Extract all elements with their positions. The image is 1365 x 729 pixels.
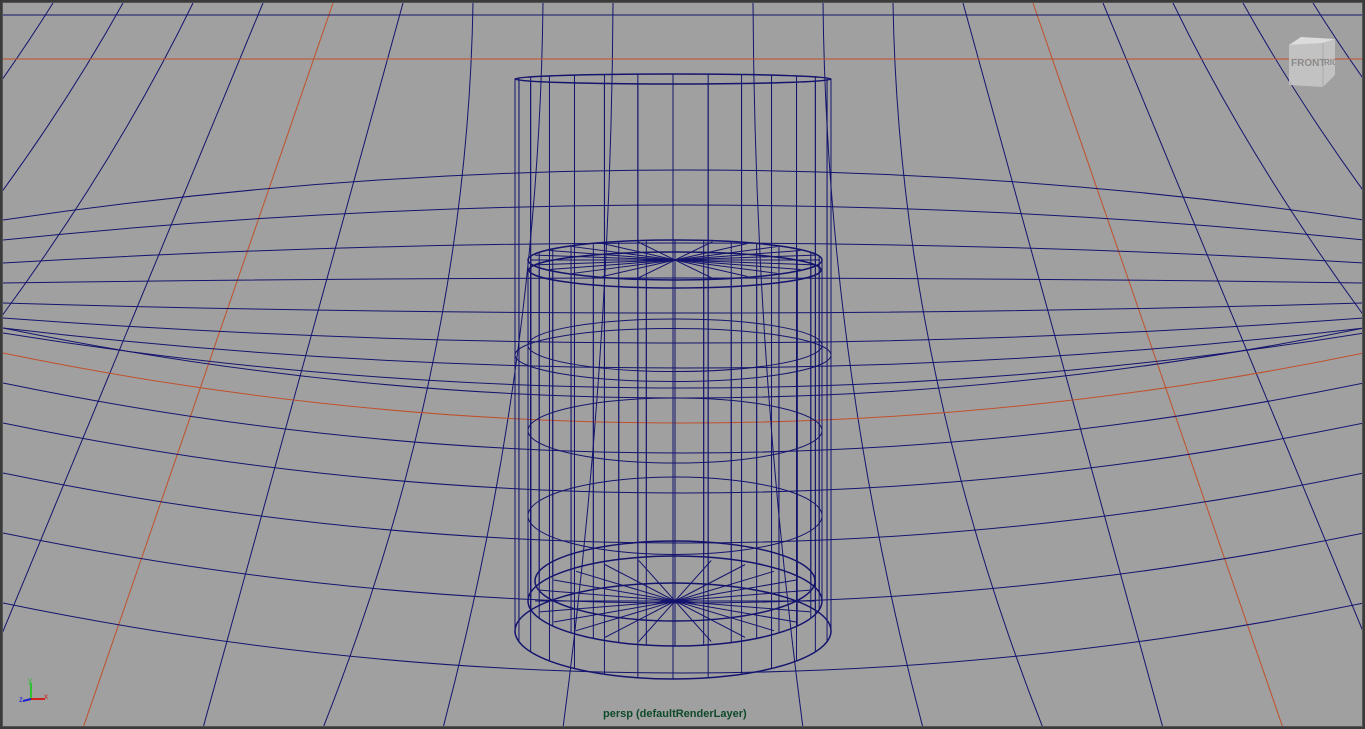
perspective-viewport[interactable]: FRONT RIGHT y x z persp (defaultRenderLa…	[2, 2, 1363, 727]
view-cube-side-label: RIGHT	[1324, 58, 1339, 67]
z-axis-label: z	[19, 695, 23, 704]
view-cube-front-label: FRONT	[1291, 58, 1325, 69]
grid-line-horizontal	[3, 382, 1362, 454]
grid-line-vertical	[3, 3, 54, 80]
view-cube[interactable]: FRONT RIGHT	[1283, 35, 1339, 91]
grid-line-vertical	[1032, 3, 1283, 726]
grid-line-vertical	[562, 3, 614, 726]
grid-line-horizontal	[3, 204, 1362, 241]
grid-line-vertical	[3, 3, 264, 633]
grid-line-vertical	[1102, 3, 1362, 630]
grid-line-horizontal	[3, 422, 1362, 494]
axis-indicator: y x z	[19, 676, 48, 704]
base-spoke	[674, 560, 712, 602]
grid-line-horizontal	[3, 302, 1362, 314]
grid-line-vertical	[962, 3, 1163, 726]
grid-line-horizontal	[3, 472, 1362, 544]
x-axis-label: x	[44, 692, 48, 701]
grid-line-horizontal	[3, 169, 1362, 221]
grid-line-horizontal	[3, 317, 1362, 344]
grid-line-vertical	[1172, 3, 1362, 314]
grid-line-horizontal	[3, 332, 1362, 389]
grid-line-vertical	[83, 3, 334, 726]
wireframe-scene	[3, 3, 1362, 726]
base-spoke	[539, 600, 676, 613]
grid-line-vertical	[3, 3, 194, 316]
grid-line-vertical	[203, 3, 404, 726]
grid-line-horizontal	[3, 602, 1362, 674]
camera-label: persp (defaultRenderLayer)	[603, 708, 747, 720]
grid-line-horizontal	[3, 327, 1362, 369]
base-spoke	[638, 560, 676, 602]
grid-line-vertical	[1312, 3, 1362, 78]
grid-line-vertical	[323, 3, 474, 726]
grid-line-vertical	[892, 3, 1043, 726]
z-axis-line	[22, 698, 32, 702]
base-spoke	[539, 589, 676, 602]
y-axis-label: y	[28, 676, 32, 685]
